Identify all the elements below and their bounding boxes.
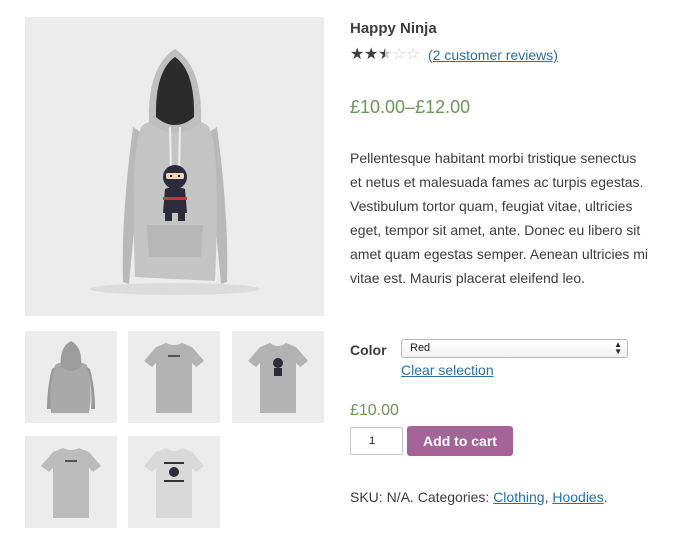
- tshirt-back-image: [41, 448, 101, 518]
- rating-stars: ★ ★ ★ ☆ ☆: [350, 47, 420, 63]
- tshirt-logo-image: [144, 448, 204, 518]
- thumbnail-hoodie-back[interactable]: [25, 331, 117, 423]
- select-arrows-icon: ▲ ▼: [614, 340, 622, 356]
- thumbnail-tshirt-back[interactable]: [128, 331, 220, 423]
- product-description: Pellentesque habitant morbi tristique se…: [350, 150, 649, 286]
- star-half-icon: ★: [378, 46, 393, 63]
- category-link-hoodies[interactable]: Hoodies: [552, 489, 603, 505]
- color-select-value: Red: [410, 342, 431, 354]
- product-title: Happy Ninja: [350, 20, 437, 37]
- quantity-input[interactable]: 1: [350, 427, 403, 455]
- tshirt-back-image: [144, 343, 204, 413]
- sku-value: N/A.: [386, 489, 414, 505]
- clear-selection-link[interactable]: Clear selection: [401, 362, 494, 378]
- thumbnail-tshirt-logo[interactable]: [128, 436, 220, 528]
- customer-reviews-link[interactable]: (2 customer reviews): [428, 47, 558, 63]
- variation-price: £10.00: [350, 402, 399, 419]
- thumbnail-tshirt-front[interactable]: [232, 331, 324, 423]
- thumbnail-tshirt-back-2[interactable]: [25, 436, 117, 528]
- hoodie-image: [90, 49, 260, 295]
- category-separator: ,: [544, 489, 549, 505]
- sku-label: SKU:: [350, 489, 383, 505]
- product-meta: SKU: N/A. Categories: Clothing, Hoodies.: [350, 488, 608, 506]
- category-link-clothing[interactable]: Clothing: [493, 489, 544, 505]
- hoodie-back-image: [47, 341, 95, 413]
- star-full-icon: ★: [350, 46, 365, 63]
- color-select[interactable]: Red ▲ ▼: [401, 339, 628, 358]
- categories-label: Categories:: [417, 489, 490, 505]
- star-full-icon: ★: [364, 46, 379, 63]
- product-price-range: £10.00–£12.00: [350, 97, 471, 117]
- add-to-cart-button[interactable]: Add to cart: [407, 426, 513, 456]
- color-label: Color: [350, 342, 387, 358]
- tshirt-front-image: [248, 343, 308, 413]
- star-empty-icon: ☆: [392, 46, 407, 63]
- meta-end: .: [603, 489, 608, 505]
- product-main-image[interactable]: [25, 17, 324, 316]
- star-empty-icon: ☆: [406, 46, 421, 63]
- product-rating: ★ ★ ★ ☆ ☆ (2 customer reviews): [350, 45, 558, 65]
